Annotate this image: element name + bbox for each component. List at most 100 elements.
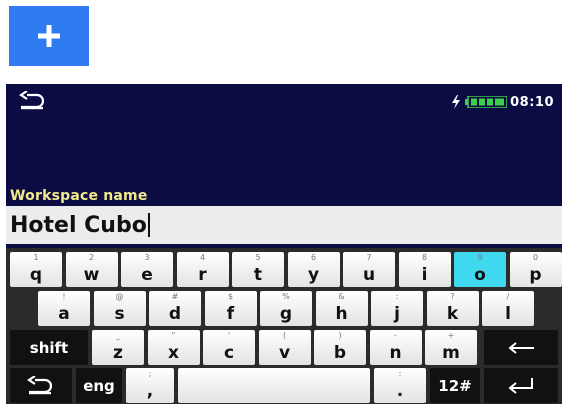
key-letter: q xyxy=(29,265,43,285)
back-arrow-icon xyxy=(10,368,72,403)
text-caret xyxy=(147,213,150,237)
key-l[interactable]: / l xyxy=(482,291,534,326)
key-letter: g xyxy=(279,304,293,324)
key-symbol: 8 xyxy=(421,253,428,262)
key-letter: j xyxy=(394,304,400,324)
key-symbol: ; xyxy=(148,369,152,378)
key-letter: . xyxy=(396,381,404,401)
numbers-key-label: 12# xyxy=(438,376,472,395)
key-letter: h xyxy=(335,304,348,324)
key-letter: z xyxy=(113,343,123,363)
key-t[interactable]: 5t xyxy=(232,252,284,287)
key-e[interactable]: 3e xyxy=(121,252,173,287)
enter-icon xyxy=(484,368,558,403)
key-letter: m xyxy=(442,343,460,363)
key-symbol: 4 xyxy=(199,253,206,262)
key-symbol: _ xyxy=(116,331,120,340)
key-b[interactable]: ) b xyxy=(314,330,366,365)
key-symbol: / xyxy=(506,292,510,301)
key-g[interactable]: % g xyxy=(260,291,312,326)
key-p[interactable]: 0p xyxy=(509,252,562,287)
key-symbol: + xyxy=(447,331,455,340)
key-q[interactable]: 1q xyxy=(10,252,62,287)
key-d[interactable]: # d xyxy=(149,291,201,326)
key-symbol: : xyxy=(398,369,402,378)
key-m[interactable]: + m xyxy=(425,330,477,365)
key-symbol: - xyxy=(394,331,397,340)
key-letter: v xyxy=(278,343,291,363)
workspace-name-input[interactable]: Hotel Cubo xyxy=(6,206,562,244)
backspace-arrow-icon xyxy=(484,330,558,365)
key-symbol: & xyxy=(338,292,345,301)
on-screen-keyboard: 1 q 2 w 3 e 4 r 5 t 6 y 7 u 8 i 9 o 0 p! a @ s # d $ f% g & h: j? k / l sh… xyxy=(6,248,562,404)
key-letter: u xyxy=(362,265,376,285)
add-button[interactable] xyxy=(9,6,89,66)
key-h[interactable]: & h xyxy=(315,291,368,326)
key-i[interactable]: 8i xyxy=(398,252,451,287)
key-c[interactable]: ' c xyxy=(203,330,255,365)
clock: 08:10 xyxy=(510,94,554,110)
key-comma[interactable]: ;, xyxy=(126,368,174,403)
status-area: 08:10 xyxy=(450,94,554,110)
key-k[interactable]: ? k xyxy=(426,291,479,326)
shift-key-label: shift xyxy=(29,338,69,357)
key-symbol: $ xyxy=(227,292,234,301)
key-symbol: " xyxy=(171,331,176,340)
key-letter: e xyxy=(141,265,153,285)
key-letter: s xyxy=(114,304,125,324)
key-letter: r xyxy=(198,265,207,285)
key-symbol: # xyxy=(171,292,179,301)
key-y[interactable]: 6y xyxy=(287,252,340,287)
space-key[interactable] xyxy=(178,368,370,403)
key-letter: y xyxy=(307,265,320,285)
key-symbol: 5 xyxy=(255,253,261,262)
key-a[interactable]: ! a xyxy=(38,291,90,326)
input-value: Hotel Cubo xyxy=(10,212,147,238)
key-symbol: % xyxy=(282,292,290,301)
key-x[interactable]: " x xyxy=(147,330,200,365)
key-letter: a xyxy=(58,304,70,324)
language-key[interactable]: eng xyxy=(76,368,122,403)
key-letter: t xyxy=(253,265,263,285)
key-period[interactable]: :. xyxy=(374,368,426,403)
workspace-name-label: Workspace name xyxy=(10,188,148,204)
key-letter: c xyxy=(223,343,235,363)
key-r[interactable]: 4r xyxy=(176,252,229,287)
device-screen: 08:10 Workspace name Hotel Cubo 1q2w3e4r… xyxy=(6,84,562,404)
key-symbol: 2 xyxy=(88,253,95,262)
key-n[interactable]: -n xyxy=(369,330,422,365)
key-v[interactable]: (v xyxy=(258,330,311,365)
key-j[interactable]: :j xyxy=(371,291,423,326)
key-letter: l xyxy=(505,304,511,324)
key-letter: x xyxy=(168,343,179,363)
key-symbol: 3 xyxy=(144,253,150,262)
battery-icon xyxy=(465,96,508,108)
key-symbol: 9 xyxy=(477,253,483,262)
key-symbol: 1 xyxy=(33,253,39,262)
key-z[interactable]: _ z xyxy=(92,330,144,365)
key-symbol: ( xyxy=(282,331,287,340)
key-letter: b xyxy=(333,343,347,363)
key-s[interactable]: @ s xyxy=(93,291,146,326)
key-letter: k xyxy=(446,304,459,324)
back-arrow-icon[interactable] xyxy=(19,91,47,111)
shift-key[interactable]: shift xyxy=(10,330,88,365)
key-symbol: ' xyxy=(227,331,231,340)
language-key-label: eng xyxy=(83,376,115,395)
exit-keyboard-key[interactable] xyxy=(10,368,72,403)
key-symbol: ! xyxy=(62,292,66,301)
key-letter: d xyxy=(168,304,182,324)
backspace-key[interactable] xyxy=(484,330,558,365)
key-symbol: ) xyxy=(338,331,342,340)
key-symbol: 0 xyxy=(532,253,539,262)
key-letter: w xyxy=(83,265,100,285)
numbers-key[interactable]: 12# xyxy=(430,368,480,403)
key-letter: i xyxy=(421,265,428,285)
enter-key[interactable] xyxy=(484,368,558,403)
key-symbol: : xyxy=(395,292,399,301)
key-u[interactable]: 7u xyxy=(343,252,395,287)
key-w[interactable]: 2w xyxy=(65,252,118,287)
key-f[interactable]: $ f xyxy=(204,291,257,326)
key-letter: , xyxy=(146,381,154,401)
key-o[interactable]: 9o xyxy=(454,252,506,287)
